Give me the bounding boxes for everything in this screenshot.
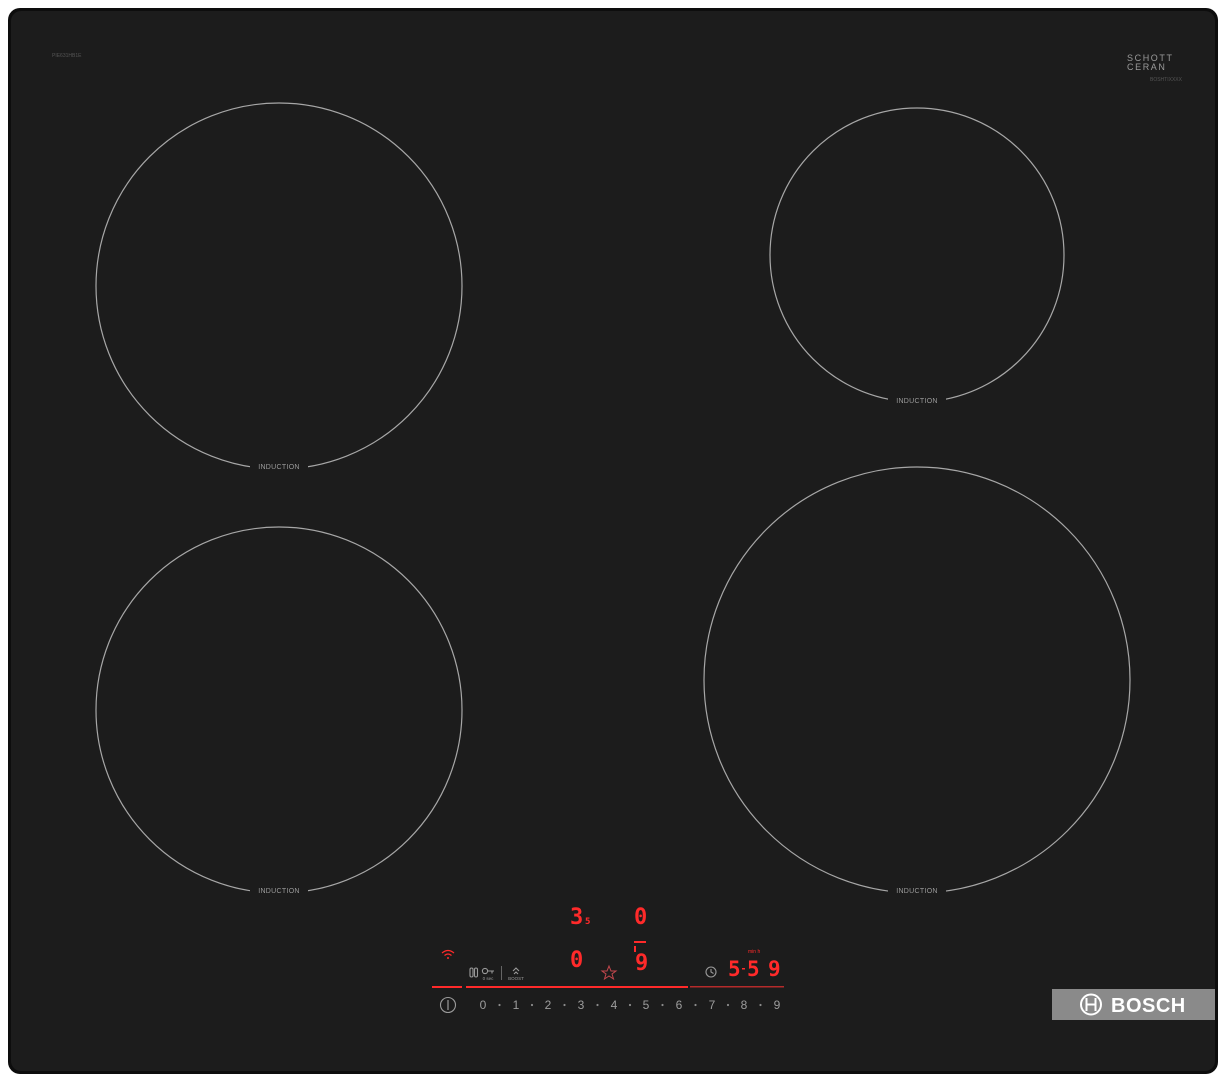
scale-0[interactable]: 0 [480,998,487,1012]
timer-digit-1: 5 [728,957,741,981]
zone-rear-right-label: INDUCTION [896,398,938,405]
child-lock-label: 0 sec [483,976,495,981]
bosch-badge: BOSCH [1052,989,1215,1020]
glass-surface [11,11,1215,1071]
scale-5[interactable]: 5 [643,998,650,1012]
display-rear-left-level: 3 [570,905,583,930]
scale-9[interactable]: 9 [774,998,781,1012]
display-rear-left-sub: 5 [585,917,590,927]
display-rear-right-level: 0 [634,905,647,930]
scale-1[interactable]: 1 [513,998,520,1012]
control-divider [501,966,502,980]
model-number: PIE631HB1E [52,53,82,59]
boost-label: BOOST [508,976,524,981]
display-front-right-level: 9 [635,951,648,976]
scale-2[interactable]: 2 [545,998,552,1012]
scale-3[interactable]: 3 [578,998,585,1012]
scale-8[interactable]: 8 [741,998,748,1012]
ceran-text: CERAN [1127,62,1167,72]
schott-subtext: BOSHTIXXXX [1150,77,1183,83]
zone-rear-left-label: INDUCTION [258,464,300,471]
timer-separator [742,968,745,970]
timer-unit-label: min h [748,949,760,955]
scale-7[interactable]: 7 [709,998,716,1012]
zone-front-left-label: INDUCTION [258,888,300,895]
cooktop: PIE631HB1E SCHOTT CERAN BOSHTIXXXX INDUC… [8,8,1218,1074]
scale-6[interactable]: 6 [676,998,683,1012]
scale-4[interactable]: 4 [611,998,618,1012]
display-front-left-level: 0 [570,948,583,973]
timer-digit-2: 5 [747,957,760,981]
zone-front-right-label: INDUCTION [896,888,938,895]
brand-name: BOSCH [1111,995,1186,1017]
timer-digit-3: 9 [768,957,781,981]
